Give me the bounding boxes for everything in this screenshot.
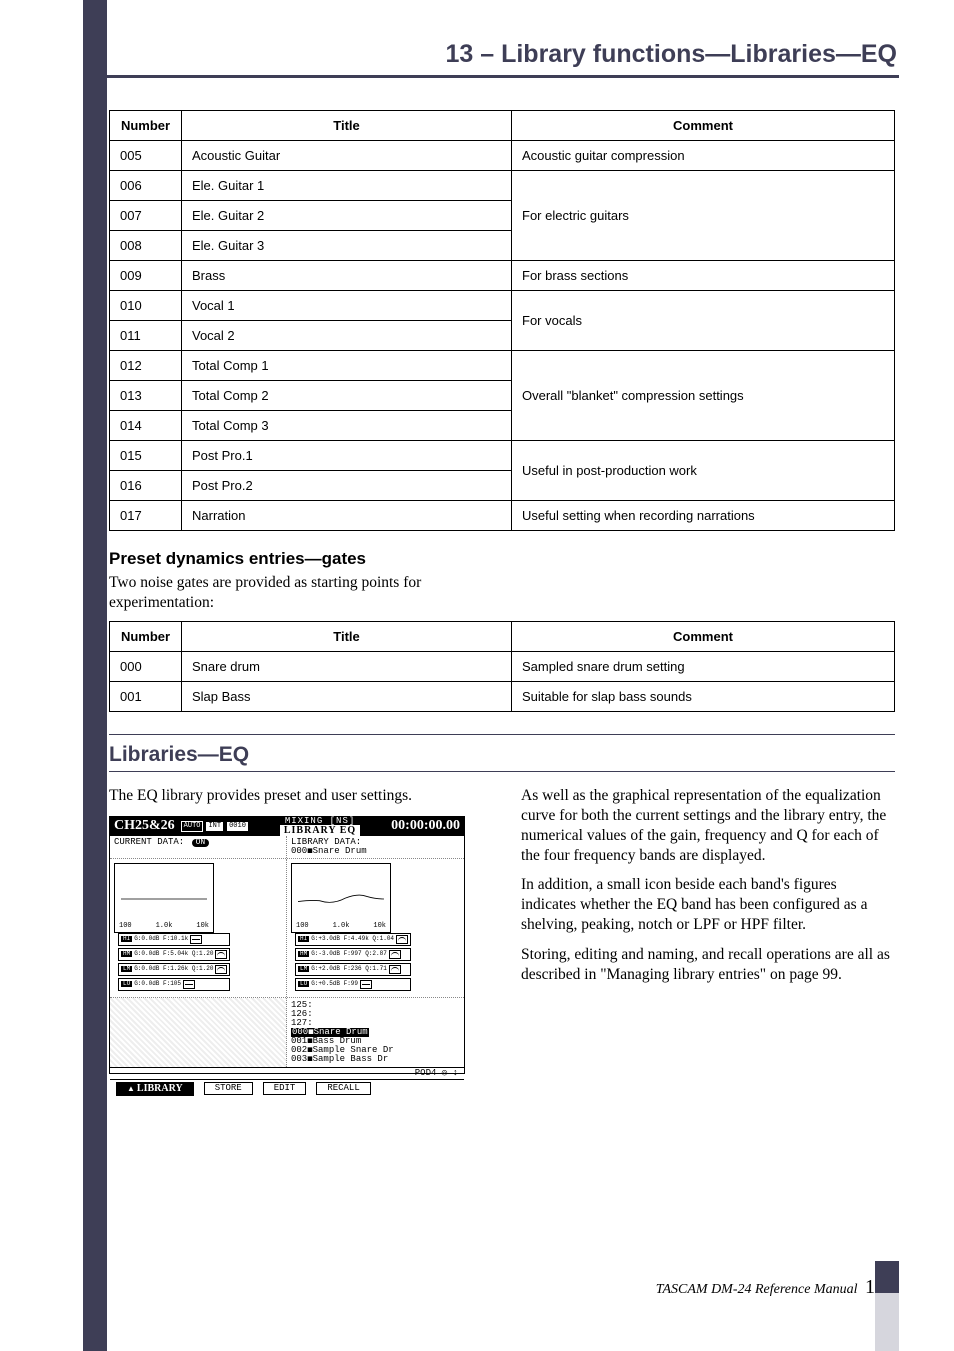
cell-comment: For brass sections [512, 261, 895, 291]
gates-intro: Two noise gates are provided as starting… [109, 573, 529, 613]
col-number: Number [110, 621, 182, 651]
cell-comment: Suitable for slap bass sounds [512, 681, 895, 711]
lcd-list-hatched [110, 998, 287, 1067]
cell-number: 016 [110, 471, 182, 501]
lcd-badges: AUTO INT 0010 [181, 821, 249, 832]
eq-band: HIG:0.0dB F:10.1k [118, 933, 230, 946]
lcd-current-graph: 100 1.0k 10k HIG:0.0dB F:10.1kHMG:0.0dB … [110, 859, 287, 997]
table-row: 010Vocal 1For vocals [110, 291, 895, 321]
lcd-title: MIXING [NS] LIBRARY EQ [255, 817, 385, 836]
cell-num: 001 [110, 681, 182, 711]
eq-band: HIG:+3.0dB F:4.49k Q:1.04 [295, 933, 411, 946]
cell-title: Acoustic Guitar [182, 141, 512, 171]
cell-num: 000 [110, 651, 182, 681]
lcd-library-data: LIBRARY DATA: 000◼Snare Drum [287, 836, 371, 858]
eq-band: LMG:0.0dB F:1.26k Q:1.20 [118, 963, 230, 976]
cell-number: 007 [110, 201, 182, 231]
left-margin-bar [83, 0, 107, 1351]
list-item: 126: [291, 1010, 460, 1019]
dynamics-presets-table: Number Title Comment 005Acoustic GuitarA… [109, 110, 895, 531]
lcd-tabs: ▲LIBRARY STORE EDIT RECALL [110, 1080, 464, 1098]
cell-title: Post Pro.2 [182, 471, 512, 501]
lcd-tab-edit: EDIT [263, 1082, 307, 1095]
right-column: As well as the graphical representation … [521, 786, 895, 1074]
table-row: 017NarrationUseful setting when recordin… [110, 501, 895, 531]
cell-title: Ele. Guitar 2 [182, 201, 512, 231]
section-rule-bottom [109, 771, 895, 772]
cell-number: 013 [110, 381, 182, 411]
body-paragraph: As well as the graphical representation … [521, 786, 895, 865]
cell-comment: Useful in post-production work [512, 441, 895, 501]
lcd-library-graph: 100 1.0k 10k HIG:+3.0dB F:4.49k Q:1.04HM… [287, 859, 464, 997]
cell-title: Ele. Guitar 3 [182, 231, 512, 261]
page-footer: TASCAM DM-24 Reference Manual 105 [656, 1276, 895, 1299]
cell-number: 010 [110, 291, 182, 321]
cell-comment: Sampled snare drum setting [512, 651, 895, 681]
cell-title: Narration [182, 501, 512, 531]
cell-title: Total Comp 2 [182, 381, 512, 411]
eq-band: HMG:-3.0dB F:997 Q:2.87 [295, 948, 411, 961]
cell-comment: Acoustic guitar compression [512, 141, 895, 171]
gates-presets-table: Number Title Comment 000Snare drumSample… [109, 621, 895, 712]
lcd-tab-library: ▲LIBRARY [116, 1082, 194, 1096]
cell-title: Slap Bass [182, 681, 512, 711]
cell-number: 008 [110, 231, 182, 261]
body-paragraph: Storing, editing and naming, and recall … [521, 945, 895, 985]
lcd-preset-list: 125:126:127:000◼Snare Drum001◼Bass Drum0… [287, 998, 464, 1067]
eq-band: HMG:0.0dB F:5.04k Q:1.20 [118, 948, 230, 961]
cell-number: 006 [110, 171, 182, 201]
cell-title: Brass [182, 261, 512, 291]
table-row: 006Ele. Guitar 1For electric guitars [110, 171, 895, 201]
list-item: 125: [291, 1001, 460, 1010]
cell-number: 009 [110, 261, 182, 291]
eq-band: LOG:+0.5dB F:99 [295, 978, 411, 991]
table-row: 005Acoustic GuitarAcoustic guitar compre… [110, 141, 895, 171]
lcd-pod-indicator: POD4 ◎ ↕ [110, 1068, 464, 1080]
cell-number: 005 [110, 141, 182, 171]
body-paragraph: In addition, a small icon beside each ba… [521, 875, 895, 934]
cell-number: 014 [110, 411, 182, 441]
table-row: 000Snare drumSampled snare drum setting [110, 651, 895, 681]
lcd-current-data: CURRENT DATA: ON [110, 836, 287, 858]
cell-comment: Overall "blanket" compression settings [512, 351, 895, 441]
cell-comment: Useful setting when recording narrations [512, 501, 895, 531]
col-comment: Comment [512, 621, 895, 651]
lcd-screenshot: CH25&26 AUTO INT 0010 MIXING [NS] LIBRAR… [109, 816, 465, 1074]
corner-tab [875, 1261, 899, 1351]
lcd-tab-recall: RECALL [316, 1082, 370, 1095]
cell-number: 011 [110, 321, 182, 351]
section-heading: Libraries—EQ [109, 743, 895, 771]
page-heading: 13 – Library functions—Libraries—EQ [84, 40, 899, 78]
table-row: 012Total Comp 1Overall "blanket" compres… [110, 351, 895, 381]
cell-title: Vocal 2 [182, 321, 512, 351]
lcd-tab-store: STORE [204, 1082, 253, 1095]
table-row: 009BrassFor brass sections [110, 261, 895, 291]
cell-number: 012 [110, 351, 182, 381]
cell-title: Post Pro.1 [182, 441, 512, 471]
eq-band: LOG:0.0dB F:105 [118, 978, 230, 991]
cell-number: 017 [110, 501, 182, 531]
gates-subheading: Preset dynamics entries—gates [109, 549, 895, 569]
eq-band: LMG:+2.0dB F:236 Q:1.71 [295, 963, 411, 976]
col-title: Title [182, 111, 512, 141]
lcd-timecode: 00:00:00.00 [391, 819, 460, 833]
cell-comment: For vocals [512, 291, 895, 351]
cell-title: Snare drum [182, 651, 512, 681]
cell-number: 015 [110, 441, 182, 471]
col-number: Number [110, 111, 182, 141]
cell-title: Vocal 1 [182, 291, 512, 321]
col-title: Title [182, 621, 512, 651]
lcd-channel: CH25&26 [114, 819, 175, 833]
section-rule-top [109, 734, 895, 736]
cell-title: Total Comp 1 [182, 351, 512, 381]
cell-comment: For electric guitars [512, 171, 895, 261]
col-comment: Comment [512, 111, 895, 141]
table-row: 015Post Pro.1Useful in post-production w… [110, 441, 895, 471]
eq-intro-para: The EQ library provides preset and user … [109, 786, 483, 806]
cell-title: Ele. Guitar 1 [182, 171, 512, 201]
list-item: 003◼Sample Bass Dr [291, 1055, 460, 1064]
table-row: 001Slap BassSuitable for slap bass sound… [110, 681, 895, 711]
cell-title: Total Comp 3 [182, 411, 512, 441]
